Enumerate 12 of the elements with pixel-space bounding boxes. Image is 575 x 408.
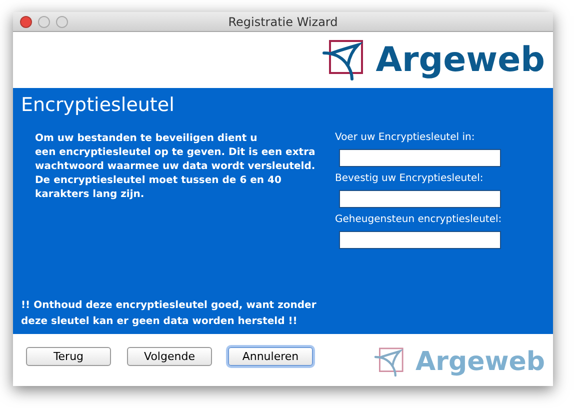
panel-title: Encryptiesleutel xyxy=(21,93,176,118)
field-label: Bevestig uw Encryptiesleutel: xyxy=(335,173,484,185)
dialog-button[interactable]: Annuleren xyxy=(228,346,313,366)
field-label: Voer uw Encryptiesleutel in: xyxy=(335,132,476,144)
dialog-button[interactable]: Volgende xyxy=(127,346,212,366)
intro-text: Om uw bestanden te beveiligen dient u een encryptiesleutel op te geven. Dit is een extra wachtwoord waarmee uw data wordt versleuteld. De encryptiesleutel moet tussen de 6 en 40 karakters lang zijn. xyxy=(35,132,316,202)
dialog-button[interactable]: Terug xyxy=(26,346,111,366)
warning-text: !! Onthoud deze encryptiesleutel goed, want zonder deze sleutel kan er geen data worden hersteld !! xyxy=(21,299,318,329)
window-title: Registratie Wizard xyxy=(228,14,338,30)
logo-text: Argeweb xyxy=(416,349,545,375)
logo-text: Argeweb xyxy=(376,43,545,77)
field-label: Geheugensteun encryptiesleutel: xyxy=(335,214,502,226)
